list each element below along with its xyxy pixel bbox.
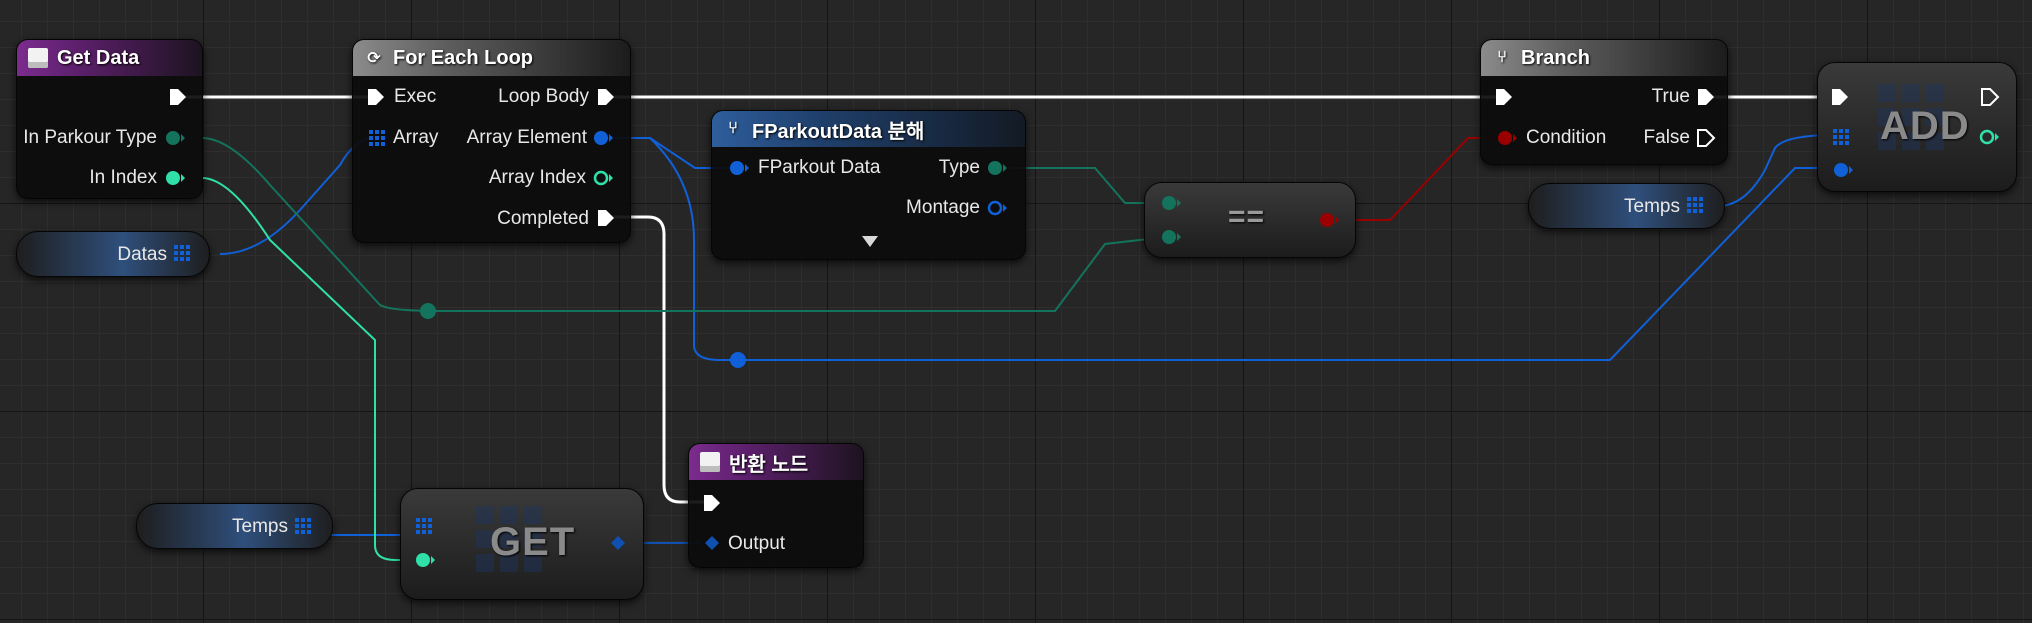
array-element-pin[interactable] bbox=[592, 129, 614, 147]
array-label: Array bbox=[393, 127, 439, 148]
get-data-header[interactable]: Get Data bbox=[17, 40, 202, 76]
add-target-array-pin[interactable] bbox=[1833, 129, 1851, 147]
return-exec-in-pin[interactable] bbox=[702, 493, 722, 513]
for-each-loop-header[interactable]: ⟳ For Each Loop bbox=[353, 40, 630, 76]
reroute-knot-type bbox=[420, 303, 436, 319]
return-node-title: 반환 노드 bbox=[729, 453, 809, 476]
equal-result-pin[interactable] bbox=[1318, 211, 1340, 229]
loop-body-label: Loop Body bbox=[498, 86, 589, 107]
array-in-pin[interactable] bbox=[369, 130, 387, 148]
break-struct-header[interactable]: ⑂ FParkoutData 분해 bbox=[712, 111, 1025, 147]
get-item-out-pin[interactable] bbox=[610, 535, 626, 551]
output-label: Output bbox=[728, 533, 786, 554]
array-index-label: Array Index bbox=[488, 167, 586, 188]
montage-pin[interactable] bbox=[986, 199, 1008, 217]
add-index-out-pin[interactable] bbox=[1978, 128, 2000, 146]
equal-label: == bbox=[1228, 200, 1266, 233]
branch-header[interactable]: ⑂ Branch bbox=[1481, 40, 1727, 76]
get-index-in-pin[interactable] bbox=[414, 551, 436, 569]
get-label: GET bbox=[490, 520, 576, 564]
reroute-knot-array-element bbox=[730, 352, 746, 368]
return-node-header[interactable]: 반환 노드 bbox=[689, 444, 863, 480]
temps-get-label: Temps bbox=[232, 516, 288, 537]
datas-label: Datas bbox=[117, 244, 167, 265]
loop-body-pin[interactable] bbox=[596, 87, 616, 107]
expand-arrow-icon[interactable] bbox=[862, 236, 878, 247]
branch-exec-in-pin[interactable] bbox=[1494, 87, 1514, 107]
completed-label: Completed bbox=[497, 208, 589, 229]
temps-add-array-pin[interactable] bbox=[1687, 197, 1705, 215]
break-struct-icon: ⑂ bbox=[728, 120, 738, 137]
fparkout-data-pin[interactable] bbox=[728, 159, 750, 177]
in-index-pin[interactable] bbox=[164, 169, 186, 187]
loop-icon: ⟳ bbox=[367, 50, 381, 67]
fparkout-data-label: FParkout Data bbox=[758, 157, 881, 178]
datas-array-pin[interactable] bbox=[174, 245, 192, 263]
exec-out-pin[interactable] bbox=[168, 87, 188, 107]
branch-title: Branch bbox=[1521, 46, 1590, 69]
temps-add-label: Temps bbox=[1624, 196, 1680, 217]
add-exec-in-pin[interactable] bbox=[1830, 87, 1850, 107]
output-pin[interactable] bbox=[704, 535, 720, 551]
true-label: True bbox=[1651, 86, 1690, 107]
exec-in-pin[interactable] bbox=[366, 87, 386, 107]
in-index-label: In Index bbox=[89, 167, 157, 188]
array-index-pin[interactable] bbox=[592, 169, 614, 187]
branch-icon: ⑂ bbox=[1497, 49, 1507, 66]
in-parkour-type-label: In Parkour Type bbox=[23, 127, 157, 148]
montage-label: Montage bbox=[906, 197, 980, 218]
for-each-loop-title: For Each Loop bbox=[393, 46, 533, 69]
add-exec-out-pin[interactable] bbox=[1980, 87, 2000, 107]
equal-a-pin[interactable] bbox=[1160, 194, 1182, 212]
in-parkour-type-pin[interactable] bbox=[164, 129, 186, 147]
temps-get-array-pin[interactable] bbox=[295, 518, 313, 536]
type-pin[interactable] bbox=[986, 159, 1008, 177]
get-array-in-pin[interactable] bbox=[416, 518, 434, 536]
equal-b-pin[interactable] bbox=[1160, 228, 1182, 246]
true-pin[interactable] bbox=[1696, 87, 1716, 107]
condition-label: Condition bbox=[1526, 127, 1607, 148]
false-label: False bbox=[1643, 127, 1690, 148]
false-pin[interactable] bbox=[1696, 128, 1716, 148]
add-item-pin[interactable] bbox=[1832, 161, 1854, 179]
function-icon bbox=[699, 451, 721, 473]
get-data-title: Get Data bbox=[57, 46, 140, 69]
condition-pin[interactable] bbox=[1496, 129, 1518, 147]
add-label: ADD bbox=[1880, 104, 1970, 148]
break-struct-title: FParkoutData 분해 bbox=[752, 120, 925, 143]
completed-pin[interactable] bbox=[596, 208, 616, 228]
exec-label: Exec bbox=[394, 86, 437, 107]
function-icon bbox=[27, 47, 49, 69]
type-label: Type bbox=[938, 157, 980, 178]
array-element-label: Array Element bbox=[466, 127, 587, 148]
